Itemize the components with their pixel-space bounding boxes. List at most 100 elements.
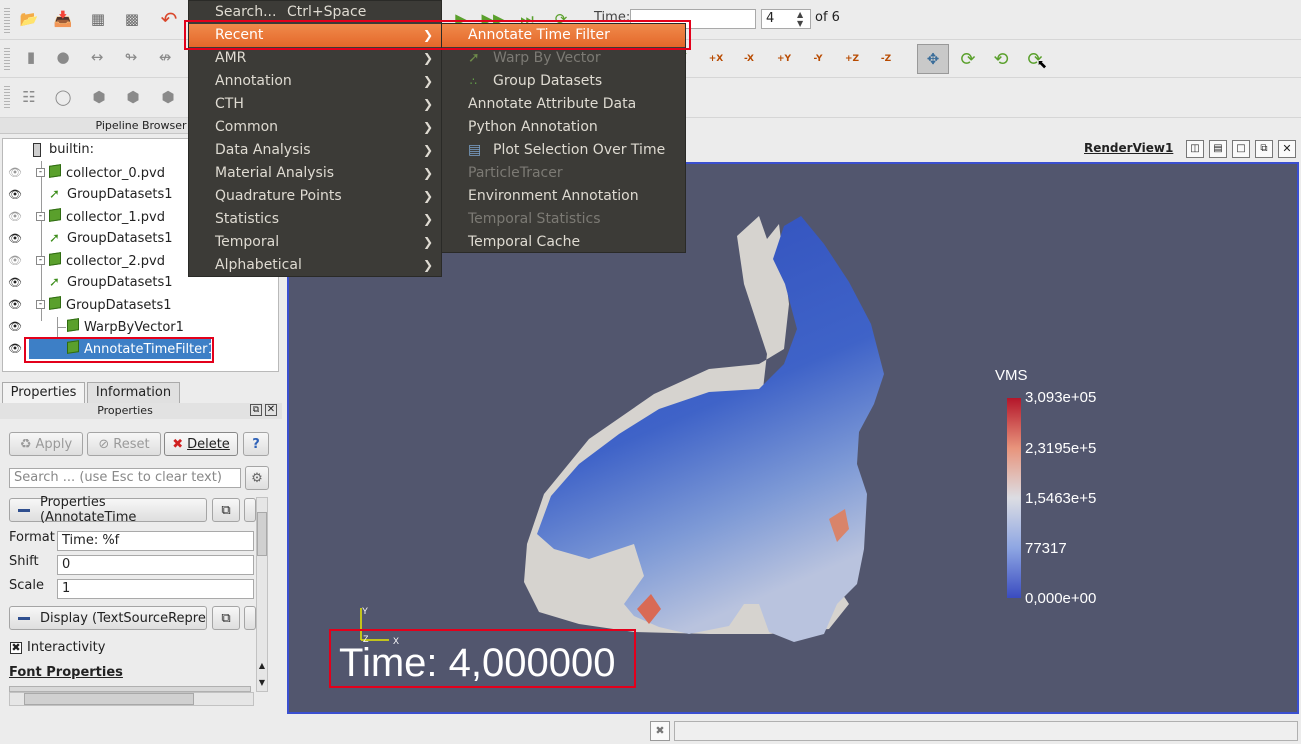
menu-item-material-analysis[interactable]: Material Analysis ❯ (189, 162, 441, 185)
paste-properties-icon[interactable] (244, 498, 256, 522)
undo-icon[interactable]: ↶ (156, 6, 182, 32)
tab-properties[interactable]: Properties (2, 382, 85, 403)
calculator-icon[interactable]: ☷ (16, 84, 42, 110)
color-map-icon[interactable]: ● (50, 44, 76, 70)
timestep-spinbox[interactable]: 4 (761, 9, 811, 29)
float-panel-icon[interactable]: ⧉ (250, 404, 262, 416)
toolbar-grip[interactable] (4, 6, 10, 34)
representation-icon[interactable]: ▮ (18, 44, 44, 70)
view-plus-x-button[interactable]: +X (702, 46, 730, 72)
source-cube-icon (49, 208, 61, 222)
menu-item-common[interactable]: Common ❯ (189, 116, 441, 139)
menu-item-temporal-statistics[interactable]: Temporal Statistics (442, 208, 685, 231)
visibility-eye-icon[interactable]: 👁 (8, 189, 22, 200)
pipeline-item-content: ➚ GroupDatasets1 (49, 275, 173, 290)
collapse-icon[interactable]: - (36, 300, 45, 309)
visibility-eye-icon[interactable]: 👁 (8, 233, 22, 244)
clip-icon[interactable]: ⬢ (86, 84, 112, 110)
close-view-icon[interactable]: ✕ (1278, 140, 1296, 158)
visibility-eye-icon[interactable]: 👁 (8, 277, 22, 288)
menu-item-quadrature-points[interactable]: Quadrature Points ❯ (189, 185, 441, 208)
tab-information[interactable]: Information (87, 382, 180, 403)
scroll-up-icon[interactable]: ▲ (256, 660, 268, 672)
scroll-down-icon[interactable]: ▼ (256, 677, 268, 689)
view-plus-z-button[interactable]: +Z (838, 46, 866, 72)
pipeline-item-warpbyvector[interactable]: 👁 WarpByVector1 (3, 316, 278, 338)
view-minus-y-button[interactable]: -Y (804, 46, 832, 72)
pipeline-item-label: GroupDatasets1 (66, 298, 172, 313)
collapse-icon[interactable]: - (36, 168, 45, 177)
slice-icon[interactable]: ⬢ (120, 84, 146, 110)
disconnect-icon[interactable]: ▩ (119, 6, 145, 32)
properties-search-input[interactable]: Search ... (use Esc to clear text) (9, 468, 241, 488)
interactivity-checkbox[interactable]: ✖ (10, 642, 22, 654)
interact-mode-icon[interactable]: ✥ (917, 44, 949, 74)
load-state-icon[interactable]: 📥 (50, 6, 76, 32)
scale-label: Scale (9, 578, 44, 593)
menu-item-environment-annotation[interactable]: Environment Annotation (442, 185, 685, 208)
open-file-icon[interactable]: 📂 (16, 6, 42, 32)
menu-item-statistics[interactable]: Statistics ❯ (189, 208, 441, 231)
view-minus-x-button[interactable]: -X (735, 46, 763, 72)
menu-item-annotate-attribute-data[interactable]: Annotate Attribute Data (442, 93, 685, 116)
menu-item-alphabetical[interactable]: Alphabetical ❯ (189, 254, 441, 277)
copy-properties-icon[interactable]: ⧉ (212, 498, 240, 522)
scale-input[interactable]: 1 (57, 579, 254, 599)
threshold-icon[interactable]: ⬢ (155, 84, 181, 110)
apply-button[interactable]: ♻ Apply (9, 432, 83, 456)
menu-item-amr[interactable]: AMR ❯ (189, 47, 441, 70)
axis-y-label: Y (362, 606, 368, 616)
pipeline-item-groupdatasets-combined[interactable]: 👁 - GroupDatasets1 (3, 294, 278, 316)
menu-item-particletracer[interactable]: ParticleTracer (442, 162, 685, 185)
visibility-eye-icon[interactable]: 👁 (8, 211, 22, 222)
delete-button[interactable]: ✖ Delete (164, 432, 238, 456)
menu-item-cth[interactable]: CTH ❯ (189, 93, 441, 116)
rotate-ccw-icon[interactable]: ⟲ (988, 46, 1014, 72)
menu-item-warp-by-vector[interactable]: ➚ Warp By Vector (442, 47, 685, 70)
shift-input[interactable]: 0 (57, 555, 254, 575)
visibility-eye-icon[interactable]: 👁 (8, 299, 22, 310)
visibility-eye-icon[interactable]: 👁 (8, 255, 22, 266)
maximize-icon[interactable]: □ (1232, 140, 1250, 158)
menu-item-temporal[interactable]: Temporal ❯ (189, 231, 441, 254)
reset-button[interactable]: ⊘ Reset (87, 432, 161, 456)
toolbar-grip[interactable] (4, 84, 10, 110)
status-clear-icon[interactable]: ✖ (650, 721, 670, 741)
visibility-eye-icon[interactable]: 👁 (8, 167, 22, 178)
collapse-icon[interactable]: - (36, 256, 45, 265)
visibility-eye-icon[interactable]: 👁 (8, 321, 22, 332)
view-minus-z-button[interactable]: -Z (872, 46, 900, 72)
paste-display-icon[interactable] (244, 606, 256, 630)
menu-item-python-annotation[interactable]: Python Annotation (442, 116, 685, 139)
pipeline-item-label: collector_2.pvd (66, 254, 165, 269)
copy-display-icon[interactable]: ⧉ (212, 606, 240, 630)
recent-submenu: Annotate Time Filter ➚ Warp By Vector ∴ Gr… (441, 23, 686, 253)
spinbox-arrows-icon[interactable]: ▲ ▼ (797, 10, 803, 28)
rescale-custom-icon[interactable]: ↬ (118, 44, 144, 70)
advanced-settings-gear-icon[interactable]: ⚙ (245, 466, 269, 490)
collapse-icon[interactable]: - (36, 212, 45, 221)
rescale-icon[interactable]: ↔ (84, 44, 110, 70)
display-section-toggle[interactable]: Display (TextSourceRepre (9, 606, 207, 630)
help-button[interactable]: ? (243, 432, 269, 456)
menu-item-temporal-cache[interactable]: Temporal Cache (442, 231, 685, 254)
format-input[interactable]: Time: %f (57, 531, 254, 551)
properties-section-toggle[interactable]: Properties (AnnotateTime (9, 495, 207, 525)
rescale-visible-icon[interactable]: ↮ (152, 44, 178, 70)
horizontal-scroll-thumb[interactable] (24, 693, 194, 705)
menu-item-annotation[interactable]: Annotation ❯ (189, 70, 441, 93)
rotate-90-icon[interactable]: ⟳ (955, 46, 981, 72)
split-vertical-icon[interactable]: ▤ (1209, 140, 1227, 158)
vertical-scroll-thumb[interactable] (257, 512, 267, 556)
menu-item-data-analysis[interactable]: Data Analysis ❯ (189, 139, 441, 162)
view-plus-y-button[interactable]: +Y (770, 46, 798, 72)
close-panel-icon[interactable]: ✕ (265, 404, 277, 416)
menu-item-group-datasets[interactable]: ∴ Group Datasets (442, 70, 685, 93)
split-horizontal-icon[interactable]: ◫ (1186, 140, 1204, 158)
contour-icon[interactable]: ◯ (50, 84, 76, 110)
toolbar-grip[interactable] (4, 46, 10, 72)
menu-item-plot-selection-over-time[interactable]: ▤ Plot Selection Over Time (442, 139, 685, 162)
restore-icon[interactable]: ⧉ (1255, 140, 1273, 158)
connect-icon[interactable]: ▦ (85, 6, 111, 32)
visibility-eye-icon[interactable]: 👁 (8, 343, 22, 354)
